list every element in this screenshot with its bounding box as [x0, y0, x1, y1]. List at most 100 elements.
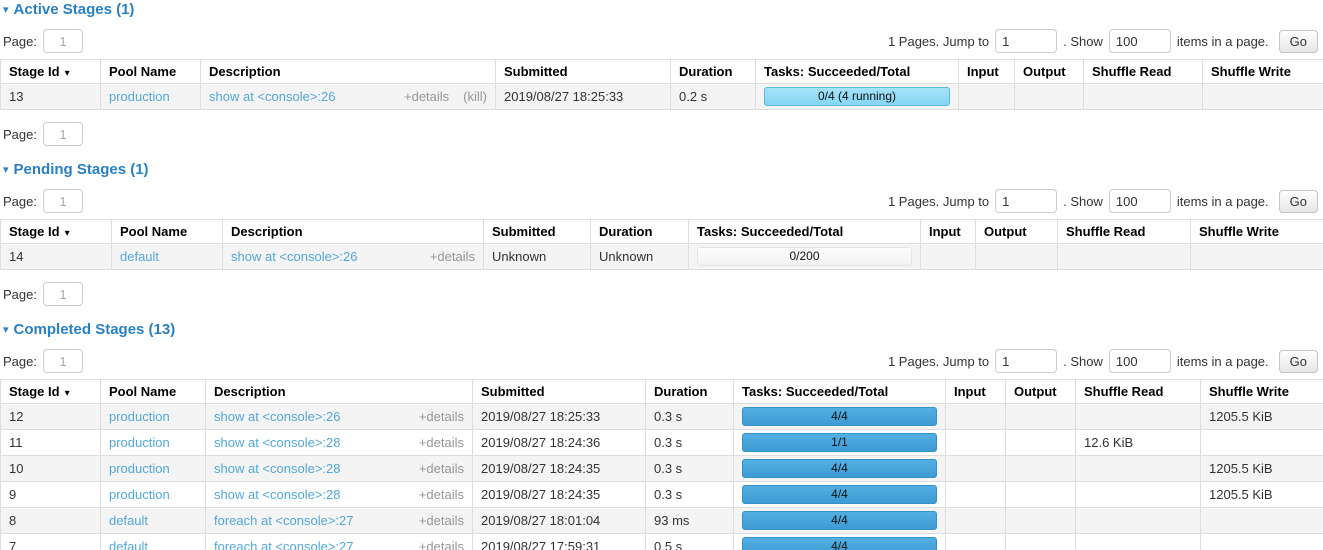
- show-size-input[interactable]: [1109, 189, 1171, 213]
- description-link[interactable]: show at <console>:26: [209, 89, 335, 104]
- pager-left: Page:: [3, 29, 83, 53]
- pool-name-link[interactable]: default: [109, 513, 148, 528]
- cell-input: [959, 84, 1015, 110]
- column-header-label: Duration: [599, 224, 652, 239]
- column-header-shuffle-read[interactable]: Shuffle Read: [1076, 380, 1201, 404]
- section-heading-active[interactable]: ▾Active Stages (1): [3, 2, 1323, 19]
- description-link[interactable]: show at <console>:26: [231, 249, 357, 264]
- page-input[interactable]: [43, 282, 83, 306]
- column-header-duration[interactable]: Duration: [591, 220, 689, 244]
- details-link[interactable]: +details: [419, 435, 464, 450]
- description-link[interactable]: foreach at <console>:27: [214, 539, 354, 550]
- description-link[interactable]: foreach at <console>:27: [214, 513, 354, 528]
- column-header-pool-name[interactable]: Pool Name: [101, 380, 206, 404]
- column-header-tasks[interactable]: Tasks: Succeeded/Total: [689, 220, 921, 244]
- column-header-stage-id[interactable]: Stage Id▾: [1, 220, 112, 244]
- pool-name-link[interactable]: production: [109, 89, 170, 104]
- pool-name-link[interactable]: production: [109, 409, 170, 424]
- column-header-tasks[interactable]: Tasks: Succeeded/Total: [756, 60, 959, 84]
- column-header-submitted[interactable]: Submitted: [496, 60, 671, 84]
- details-link[interactable]: +details: [419, 461, 464, 476]
- description-link[interactable]: show at <console>:28: [214, 461, 340, 476]
- section-title: Pending Stages (1): [14, 161, 149, 178]
- column-header-output[interactable]: Output: [976, 220, 1058, 244]
- column-header-duration[interactable]: Duration: [646, 380, 734, 404]
- cell-output: [1006, 430, 1076, 456]
- jump-to-input[interactable]: [995, 349, 1057, 373]
- column-header-duration[interactable]: Duration: [671, 60, 756, 84]
- column-header-shuffle-read[interactable]: Shuffle Read: [1058, 220, 1191, 244]
- column-header-label: Pool Name: [109, 64, 176, 79]
- sort-desc-icon: ▾: [65, 228, 70, 239]
- pool-name-link[interactable]: default: [109, 539, 148, 550]
- details-link[interactable]: +details: [419, 513, 464, 528]
- cell-submitted: 2019/08/27 18:25:33: [496, 84, 671, 110]
- column-header-submitted[interactable]: Submitted: [484, 220, 591, 244]
- column-header-label: Pool Name: [109, 384, 176, 399]
- pool-name-link[interactable]: production: [109, 435, 170, 450]
- column-header-description[interactable]: Description: [223, 220, 484, 244]
- details-link[interactable]: +details: [430, 249, 475, 264]
- cell-output: [1006, 456, 1076, 482]
- section-active-stages: ▾Active Stages (1)Page:1 Pages. Jump to.…: [0, 2, 1323, 146]
- column-header-shuffle-read[interactable]: Shuffle Read: [1084, 60, 1203, 84]
- tasks-progress-bar: 4/4: [742, 485, 937, 504]
- tasks-progress-label: 4/4: [831, 461, 848, 475]
- cell-shuffle-write: [1201, 508, 1323, 534]
- column-header-shuffle-write[interactable]: Shuffle Write: [1191, 220, 1323, 244]
- go-button[interactable]: Go: [1279, 350, 1318, 373]
- details-link[interactable]: +details: [419, 539, 464, 550]
- table-row: 13productionshow at <console>:26+details…: [1, 84, 1323, 110]
- description-link[interactable]: show at <console>:26: [214, 409, 340, 424]
- column-header-label: Shuffle Write: [1211, 64, 1291, 79]
- kill-link[interactable]: (kill): [463, 89, 487, 104]
- column-header-tasks[interactable]: Tasks: Succeeded/Total: [734, 380, 946, 404]
- cell-output: [1006, 482, 1076, 508]
- cell-input: [921, 244, 976, 270]
- description-link[interactable]: show at <console>:28: [214, 435, 340, 450]
- column-header-stage-id[interactable]: Stage Id▾: [1, 60, 101, 84]
- collapse-arrow-icon: ▾: [3, 4, 9, 16]
- details-link[interactable]: +details: [419, 487, 464, 502]
- column-header-stage-id[interactable]: Stage Id▾: [1, 380, 101, 404]
- show-size-input[interactable]: [1109, 29, 1171, 53]
- column-header-output[interactable]: Output: [1006, 380, 1076, 404]
- cell-input: [946, 482, 1006, 508]
- pager-left: Page:: [3, 189, 83, 213]
- items-per-page-label: items in a page.: [1177, 194, 1269, 209]
- page-input[interactable]: [43, 29, 83, 53]
- jump-to-input[interactable]: [995, 29, 1057, 53]
- column-header-output[interactable]: Output: [1015, 60, 1084, 84]
- section-heading-pending[interactable]: ▾Pending Stages (1): [3, 162, 1323, 179]
- page-input[interactable]: [43, 189, 83, 213]
- tasks-progress-bar: 4/4: [742, 459, 937, 478]
- column-header-shuffle-write[interactable]: Shuffle Write: [1201, 380, 1323, 404]
- column-header-submitted[interactable]: Submitted: [473, 380, 646, 404]
- cell-submitted: 2019/08/27 17:59:31: [473, 534, 646, 550]
- page-input[interactable]: [43, 349, 83, 373]
- show-size-input[interactable]: [1109, 349, 1171, 373]
- table-row: 7defaultforeach at <console>:27+details2…: [1, 534, 1323, 550]
- column-header-description[interactable]: Description: [206, 380, 473, 404]
- cell-duration: 0.5 s: [646, 534, 734, 550]
- page-input[interactable]: [43, 122, 83, 146]
- column-header-shuffle-write[interactable]: Shuffle Write: [1203, 60, 1323, 84]
- column-header-pool-name[interactable]: Pool Name: [101, 60, 201, 84]
- column-header-input[interactable]: Input: [959, 60, 1015, 84]
- section-heading-completed[interactable]: ▾Completed Stages (13): [3, 322, 1323, 339]
- description-link[interactable]: show at <console>:28: [214, 487, 340, 502]
- column-header-label: Shuffle Read: [1066, 224, 1145, 239]
- jump-to-input[interactable]: [995, 189, 1057, 213]
- column-header-input[interactable]: Input: [946, 380, 1006, 404]
- details-link[interactable]: +details: [419, 409, 464, 424]
- pool-name-link[interactable]: production: [109, 487, 170, 502]
- column-header-pool-name[interactable]: Pool Name: [112, 220, 223, 244]
- pool-name-link[interactable]: default: [120, 249, 159, 264]
- column-header-description[interactable]: Description: [201, 60, 496, 84]
- go-button[interactable]: Go: [1279, 190, 1318, 213]
- go-button[interactable]: Go: [1279, 30, 1318, 53]
- details-link[interactable]: +details: [404, 89, 449, 104]
- pool-name-link[interactable]: production: [109, 461, 170, 476]
- column-header-input[interactable]: Input: [921, 220, 976, 244]
- tasks-progress-label: 0/4 (4 running): [818, 89, 896, 103]
